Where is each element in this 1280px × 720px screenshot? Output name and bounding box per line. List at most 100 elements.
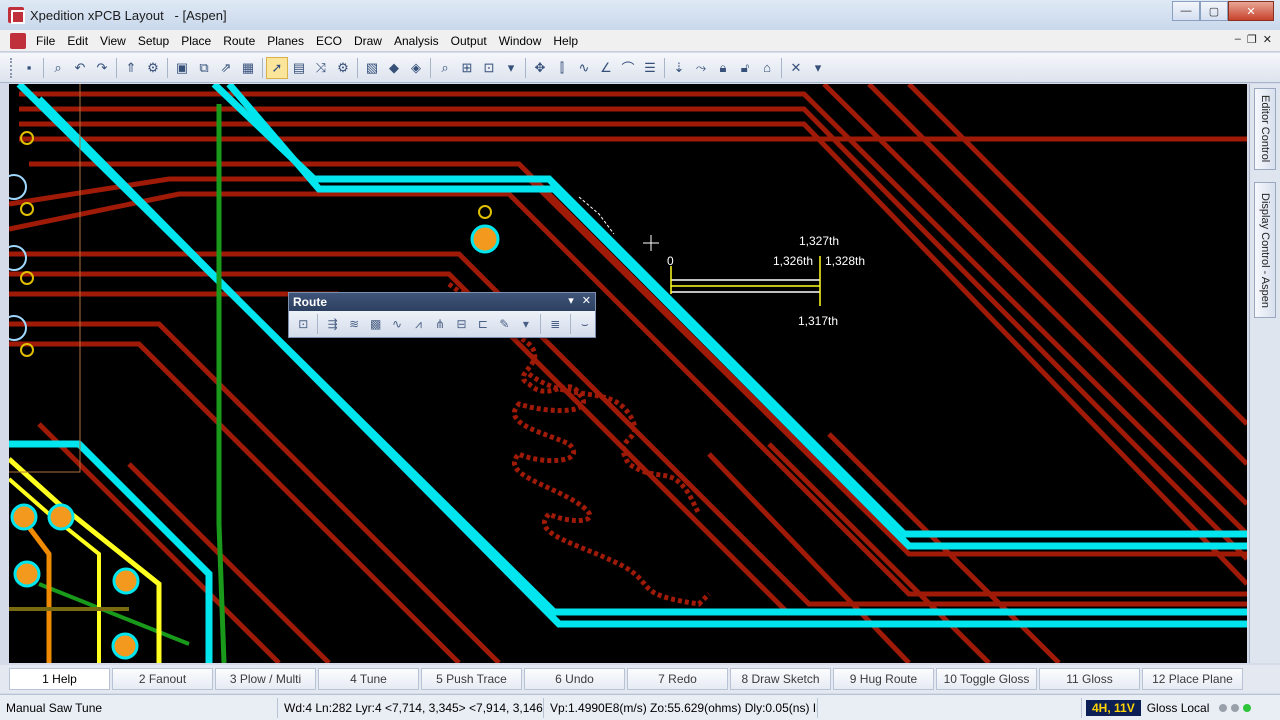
menu-place[interactable]: Place: [175, 30, 217, 52]
push-icon[interactable]: ⇑: [120, 57, 142, 79]
properties-icon[interactable]: ▧: [361, 57, 383, 79]
route-dropdown-icon[interactable]: ▾: [568, 294, 574, 307]
status-indicator-gray-2-icon: [1231, 703, 1240, 712]
status-bar: Manual Saw Tune Wd:4 Ln:282 Lyr:4 <7,714…: [0, 694, 1280, 720]
route-toolbar-header[interactable]: Route ▾ ✕: [289, 293, 595, 311]
board-icon[interactable]: ▣: [171, 57, 193, 79]
route-icon[interactable]: ⤨: [310, 57, 332, 79]
menu-planes[interactable]: Planes: [261, 30, 310, 52]
lock-icon[interactable]: 🔒︎: [712, 57, 734, 79]
route-comb-icon[interactable]: ⋔: [430, 314, 450, 334]
fkey-8-draw-sketch[interactable]: 8 Draw Sketch: [730, 668, 831, 690]
save-icon[interactable]: ▪: [18, 57, 40, 79]
minimize-button[interactable]: —: [1172, 1, 1200, 21]
route-bundle-icon[interactable]: ≣: [545, 314, 565, 334]
component-icon[interactable]: ⧉: [193, 57, 215, 79]
status-gloss[interactable]: Gloss Local: [1141, 698, 1216, 718]
fkey-1-help[interactable]: 1 Help: [9, 668, 110, 690]
angle-icon[interactable]: ∠: [595, 57, 617, 79]
menu-window[interactable]: Window: [493, 30, 548, 52]
route-close-icon[interactable]: ✕: [582, 294, 591, 307]
redo-icon[interactable]: ↷: [91, 57, 113, 79]
move-component-icon[interactable]: ⇗: [215, 57, 237, 79]
menu-view[interactable]: View: [94, 30, 132, 52]
route-tune-icon[interactable]: ∿: [387, 314, 407, 334]
route-sketch-icon[interactable]: ✎: [494, 314, 514, 334]
route-fanout-icon[interactable]: ▩: [365, 314, 385, 334]
status-signal-info: Vp:1.4990E8(m/s) Zo:55.629(ohms) Dly:0.0…: [544, 697, 818, 718]
grid-icon[interactable]: ▦: [237, 57, 259, 79]
app-icon[interactable]: [8, 7, 25, 24]
layer-icon[interactable]: ▤: [288, 57, 310, 79]
pin-icon[interactable]: ⇣: [668, 57, 690, 79]
settings-icon[interactable]: ⚙: [332, 57, 354, 79]
mdi-restore-button[interactable]: ❐: [1247, 33, 1257, 46]
tab-editor-control[interactable]: Editor Control: [1254, 88, 1276, 170]
fkey-4-tune[interactable]: 4 Tune: [318, 668, 419, 690]
delete-icon[interactable]: ✕: [785, 57, 807, 79]
arc-icon[interactable]: ⌒: [617, 57, 639, 79]
menu-draw[interactable]: Draw: [348, 30, 388, 52]
vias: [10, 224, 500, 660]
fkey-2-fanout[interactable]: 2 Fanout: [112, 668, 213, 690]
undo-icon[interactable]: ↶: [69, 57, 91, 79]
toolbar-grip[interactable]: [10, 57, 14, 78]
status-mode: Manual Saw Tune: [0, 697, 278, 718]
diamond-alt-icon[interactable]: ◈: [405, 57, 427, 79]
align-icon[interactable]: ⫿: [551, 57, 573, 79]
menu-file[interactable]: File: [30, 30, 61, 52]
route-hug-icon[interactable]: ⊏: [473, 314, 493, 334]
menu-route[interactable]: Route: [217, 30, 261, 52]
mdi-close-button[interactable]: ✕: [1263, 33, 1272, 46]
fkey-9-hug-route[interactable]: 9 Hug Route: [833, 668, 934, 690]
menu-setup[interactable]: Setup: [132, 30, 175, 52]
move-icon[interactable]: ✥: [529, 57, 551, 79]
fix-icon[interactable]: ⤳: [690, 57, 712, 79]
menu-bar: File Edit View Setup Place Route Planes …: [0, 30, 1280, 52]
route-plow-icon[interactable]: ⊟: [451, 314, 471, 334]
status-trace-info: Wd:4 Ln:282 Lyr:4 <7,714, 3,345> <7,914,…: [278, 697, 544, 718]
fkey-5-push-trace[interactable]: 5 Push Trace: [421, 668, 522, 690]
stack-icon[interactable]: ☰: [639, 57, 661, 79]
document-icon[interactable]: [10, 32, 26, 49]
route-curve-icon[interactable]: ∿: [573, 57, 595, 79]
fkey-11-gloss[interactable]: 11 Gloss: [1039, 668, 1140, 690]
pcb-canvas[interactable]: 0 1,327th 1,326th 1,328th 1,317th: [9, 84, 1247, 663]
menu-analysis[interactable]: Analysis: [388, 30, 445, 52]
zoom-fit-icon[interactable]: ⊡: [478, 57, 500, 79]
route-select-icon[interactable]: ⊡: [293, 314, 313, 334]
status-layers[interactable]: 4H, 11V: [1086, 699, 1141, 716]
tab-display-control[interactable]: Display Control - Aspen: [1254, 182, 1276, 318]
route-gloss-icon[interactable]: ≋: [344, 314, 364, 334]
zoom-area-icon[interactable]: ⊞: [456, 57, 478, 79]
fkey-3-plow[interactable]: 3 Plow / Multi: [215, 668, 316, 690]
fkey-12-place-plane[interactable]: 12 Place Plane: [1142, 668, 1243, 690]
close-button[interactable]: ✕: [1228, 1, 1274, 21]
toolbar-overflow-2-icon[interactable]: ▾: [807, 57, 829, 79]
route-tune-active-icon[interactable]: ⩘: [408, 314, 428, 334]
network-icon[interactable]: ⚙: [142, 57, 164, 79]
measure-label-bottom: 1,317th: [798, 314, 838, 328]
unlock-icon[interactable]: 🔓︎: [734, 57, 756, 79]
toolbar-overflow-icon[interactable]: ▾: [500, 57, 522, 79]
select-icon[interactable]: ➚: [266, 56, 288, 79]
menu-edit[interactable]: Edit: [61, 30, 94, 52]
measure-label-right: 1,328th: [825, 254, 865, 268]
fkey-10-toggle-gloss[interactable]: 10 Toggle Gloss: [936, 668, 1037, 690]
find-icon[interactable]: ⌕: [47, 57, 69, 79]
diamond-icon[interactable]: ◆: [383, 57, 405, 79]
menu-output[interactable]: Output: [445, 30, 493, 52]
menu-help[interactable]: Help: [547, 30, 584, 52]
route-sketch-dropdown-icon[interactable]: ▾: [516, 314, 536, 334]
fkey-6-undo[interactable]: 6 Undo: [524, 668, 625, 690]
route-interactive-icon[interactable]: ⇶: [322, 314, 342, 334]
lock-alt-icon[interactable]: ⌂: [756, 57, 778, 79]
fkey-7-redo[interactable]: 7 Redo: [627, 668, 728, 690]
pcb-drawing: 0 1,327th 1,326th 1,328th 1,317th: [9, 84, 1247, 663]
maximize-button[interactable]: ▢: [1200, 1, 1228, 21]
menu-eco[interactable]: ECO: [310, 30, 348, 52]
mdi-minimize-button[interactable]: –: [1235, 33, 1241, 46]
zoom-icon[interactable]: ⌕: [434, 57, 456, 79]
route-arc-icon[interactable]: ⌣: [575, 314, 595, 334]
route-toolbar-panel[interactable]: Route ▾ ✕ ⊡ ⇶ ≋ ▩ ∿ ⩘ ⋔ ⊟ ⊏ ✎ ▾ ≣ ⌣: [288, 292, 596, 338]
